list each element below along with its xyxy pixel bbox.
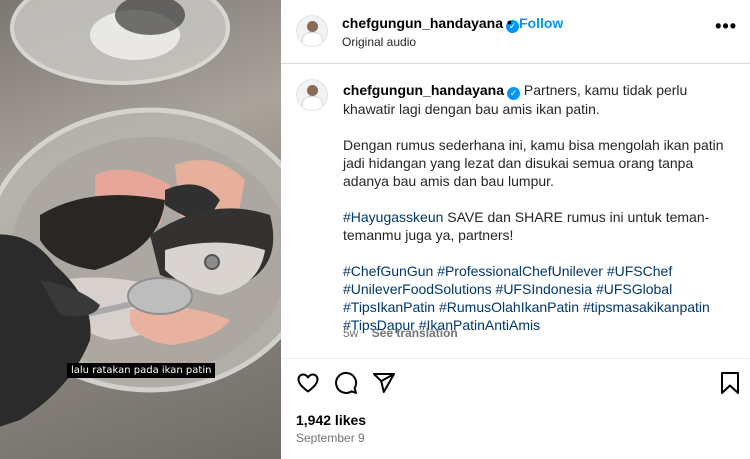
post-age: 5w bbox=[343, 326, 359, 340]
avatar-coat bbox=[302, 32, 323, 46]
caption-paragraph: Dengan rumus sederhana ini, kamu bisa me… bbox=[343, 137, 724, 189]
avatar-coat bbox=[302, 96, 323, 110]
hashtag-link[interactable]: #TipsIkanPatin bbox=[343, 299, 435, 315]
caption-text: chefgungun_handayana ✓ Partners, kamu tid… bbox=[343, 81, 738, 352]
hashtag-link[interactable]: #ChefGunGun bbox=[343, 263, 433, 279]
post-media[interactable]: lalu ratakan pada ikan patin bbox=[0, 0, 281, 459]
avatar[interactable] bbox=[296, 15, 328, 47]
hashtag-link[interactable]: #UFSGlobal bbox=[596, 281, 672, 297]
follow-button[interactable]: Follow bbox=[519, 15, 563, 31]
username-text[interactable]: chefgungun_handayana bbox=[342, 15, 503, 31]
fish-bowl-illustration bbox=[0, 0, 281, 427]
avatar-head bbox=[307, 85, 318, 96]
share-icon[interactable] bbox=[372, 371, 396, 395]
likes-count[interactable]: 1,942 likes bbox=[296, 412, 366, 428]
see-translation-button[interactable]: See translation bbox=[372, 326, 458, 340]
audio-link[interactable]: Original audio bbox=[342, 35, 416, 49]
hashtag-link[interactable]: #RumusOlahIkanPatin bbox=[439, 299, 579, 315]
caption-paragraph: chefgungun_handayana ✓ Partners, kamu tid… bbox=[343, 81, 738, 118]
hashtag-link[interactable]: #tipsmasakikanpatin bbox=[583, 299, 710, 315]
post-date: September 9 bbox=[296, 431, 365, 445]
video-caption: lalu ratakan pada ikan patin bbox=[67, 363, 216, 378]
hashtag-link[interactable]: #UFSIndonesia bbox=[496, 281, 593, 297]
hashtag-list: #ChefGunGun #ProfessionalChefUnilever #U… bbox=[343, 262, 738, 334]
bookmark-icon[interactable] bbox=[720, 371, 740, 395]
caption-username[interactable]: chefgungun_handayana bbox=[343, 82, 504, 98]
hashtag-link[interactable]: #ProfessionalChefUnilever bbox=[437, 263, 603, 279]
hashtag-link[interactable]: #UFSChef bbox=[607, 263, 672, 279]
comment-icon[interactable] bbox=[334, 371, 358, 395]
action-bar bbox=[281, 368, 750, 400]
post-caption-area: chefgungun_handayana ✓ Partners, kamu tid… bbox=[281, 65, 750, 359]
hashtag-link[interactable]: #Hayugasskeun bbox=[343, 209, 443, 225]
avatar-head bbox=[307, 21, 318, 32]
username-link[interactable]: chefgungun_handayana ✓ bbox=[342, 15, 520, 33]
caption-paragraph: #Hayugasskeun SAVE dan SHARE rumus ini u… bbox=[343, 208, 738, 244]
post-panel: chefgungun_handayana ✓ • Follow Original … bbox=[281, 0, 750, 459]
separator-dot: • bbox=[507, 14, 512, 30]
caption-meta: 5w See translation bbox=[343, 326, 458, 340]
heart-icon[interactable] bbox=[296, 371, 320, 395]
hashtag-link[interactable]: #UnileverFoodSolutions bbox=[343, 281, 492, 297]
more-options-icon[interactable]: ••• bbox=[715, 17, 737, 35]
avatar[interactable] bbox=[296, 79, 328, 111]
verified-badge-icon: ✓ bbox=[507, 87, 521, 100]
post-header: chefgungun_handayana ✓ • Follow Original … bbox=[281, 0, 750, 64]
